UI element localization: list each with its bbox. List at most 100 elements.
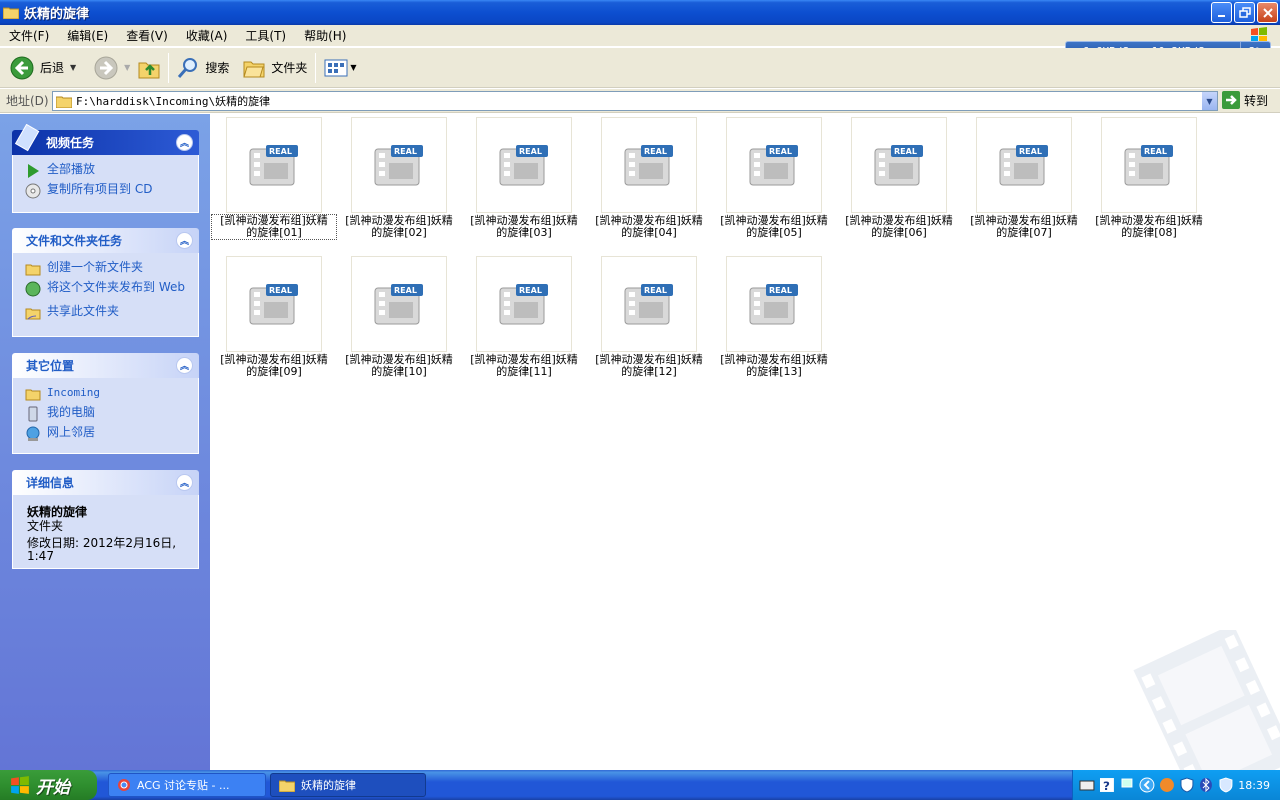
network-connection-icon[interactable]: [1119, 777, 1135, 793]
file-name: [凯神动漫发布组]妖精 的旋律[03]: [462, 215, 586, 239]
address-dropdown-icon[interactable]: ▼: [1201, 92, 1217, 110]
menu-tools[interactable]: 工具(T): [236, 27, 295, 44]
network-places-link[interactable]: 网上邻居: [25, 426, 198, 446]
help-icon[interactable]: ?: [1099, 777, 1115, 793]
back-button[interactable]: 后退 ▼: [6, 51, 80, 85]
clock: 18:39: [1238, 778, 1270, 792]
collapse-chevron-icon[interactable]: ︽: [176, 357, 193, 374]
real-badge: REAL: [394, 286, 417, 295]
collapse-chevron-icon[interactable]: ︽: [176, 232, 193, 249]
views-button[interactable]: ▼: [320, 51, 360, 85]
search-button[interactable]: 搜索: [173, 51, 233, 85]
forward-dropdown-icon[interactable]: ▼: [124, 63, 130, 72]
menu-edit[interactable]: 编辑(E): [58, 27, 117, 44]
incoming-link[interactable]: Incoming: [25, 386, 198, 406]
start-label: 开始: [36, 777, 70, 798]
start-button[interactable]: 开始: [0, 770, 97, 800]
incoming-label: Incoming: [47, 386, 100, 399]
file-item[interactable]: REAL [凯神动漫发布组]妖精 的旋律[11]: [462, 256, 586, 378]
restore-button[interactable]: [1234, 2, 1255, 23]
menu-view[interactable]: 查看(V): [117, 27, 177, 44]
file-name-line: 的旋律[05]: [746, 226, 802, 239]
file-item[interactable]: REAL [凯神动漫发布组]妖精 的旋律[08]: [1087, 117, 1211, 239]
real-badge: REAL: [394, 147, 417, 156]
file-list[interactable]: REAL [凯神动漫发布组]妖精 的旋律[01] REAL [凯神动漫发布组]妖精 的旋律…: [210, 114, 1280, 770]
play-icon: [28, 164, 39, 178]
file-name: [凯神动漫发布组]妖精 的旋律[10]: [337, 354, 461, 378]
file-item[interactable]: REAL [凯神动漫发布组]妖精 的旋律[04]: [587, 117, 711, 239]
file-name-line: 的旋律[06]: [871, 226, 927, 239]
file-item[interactable]: REAL [凯神动漫发布组]妖精 的旋律[12]: [587, 256, 711, 378]
up-folder-button[interactable]: [134, 51, 164, 85]
menu-file[interactable]: 文件(F): [0, 27, 58, 44]
details-header[interactable]: 详细信息 ︽: [12, 470, 199, 495]
file-tasks-panel: 文件和文件夹任务 ︽ 创建一个新文件夹 将这个文件夹发布到 Web 共享此文件夹: [12, 228, 199, 337]
file-item[interactable]: REAL [凯神动漫发布组]妖精 的旋律[07]: [962, 117, 1086, 239]
realmedia-file-icon: REAL: [499, 145, 548, 186]
file-item[interactable]: REAL [凯神动漫发布组]妖精 的旋律[09]: [212, 256, 336, 378]
menu-favorites[interactable]: 收藏(A): [177, 27, 237, 44]
folders-button[interactable]: 文件夹: [239, 51, 311, 85]
my-computer-link[interactable]: 我的电脑: [25, 406, 198, 426]
toolbar: 后退 ▼ ▼ 搜索 文件夹 ▼: [0, 48, 1280, 88]
file-item[interactable]: REAL [凯神动漫发布组]妖精 的旋律[10]: [337, 256, 461, 378]
tray-expand-icon[interactable]: [1139, 777, 1155, 793]
file-name-line: 的旋律[01]: [246, 226, 302, 239]
realmedia-file-icon: REAL: [874, 145, 923, 186]
file-name: [凯神动漫发布组]妖精 的旋律[04]: [587, 215, 711, 239]
title-bar[interactable]: 妖精的旋律: [0, 0, 1280, 25]
views-dropdown-icon[interactable]: ▼: [350, 63, 356, 72]
toolbar-separator: [168, 52, 170, 83]
file-item[interactable]: REAL [凯神动漫发布组]妖精 的旋律[02]: [337, 117, 461, 239]
realmedia-file-icon: REAL: [1124, 145, 1173, 186]
svg-text:?: ?: [1103, 779, 1110, 793]
file-thumbnail: REAL: [476, 256, 572, 352]
real-badge: REAL: [894, 147, 917, 156]
details-panel: 详细信息 ︽ 妖精的旋律 文件夹 修改日期: 2012年2月16日, 1:47: [12, 470, 199, 569]
file-item[interactable]: REAL [凯神动漫发布组]妖精 的旋律[03]: [462, 117, 586, 239]
minimize-button[interactable]: [1211, 2, 1232, 23]
taskbar-item-explorer[interactable]: 妖精的旋律: [270, 773, 426, 797]
film-watermark-icon: [1133, 630, 1280, 770]
security-center-icon[interactable]: [1218, 777, 1234, 793]
share-folder-icon: [25, 308, 41, 320]
taskbar-item-browser[interactable]: ACG 讨论专贴 - ...: [108, 773, 266, 797]
app-tray-icon[interactable]: [1159, 777, 1175, 793]
file-item[interactable]: REAL [凯神动漫发布组]妖精 的旋律[01]: [211, 117, 337, 240]
folders-label: 文件夹: [271, 61, 308, 75]
collapse-chevron-icon[interactable]: ︽: [176, 474, 193, 491]
file-name-line: 的旋律[07]: [996, 226, 1052, 239]
file-item[interactable]: REAL [凯神动漫发布组]妖精 的旋律[13]: [712, 256, 836, 378]
realmedia-file-icon: REAL: [499, 284, 548, 325]
play-all-link[interactable]: 全部播放: [25, 163, 198, 183]
menu-help[interactable]: 帮助(H): [295, 27, 355, 44]
new-folder-link[interactable]: 创建一个新文件夹: [25, 261, 198, 281]
video-tasks-header[interactable]: 视频任务 ︽: [12, 124, 199, 155]
publish-web-label: 将这个文件夹发布到 Web: [47, 280, 185, 294]
file-item[interactable]: REAL [凯神动漫发布组]妖精 的旋律[05]: [712, 117, 836, 239]
go-button[interactable]: 转到: [1222, 91, 1268, 109]
forward-button[interactable]: ▼: [90, 51, 134, 85]
file-tasks-header[interactable]: 文件和文件夹任务 ︽: [12, 228, 199, 253]
shield-icon[interactable]: [1179, 777, 1195, 793]
file-thumbnail: REAL: [851, 117, 947, 213]
share-folder-link[interactable]: 共享此文件夹: [25, 305, 198, 325]
cd-copy-icon: [25, 183, 41, 199]
go-label: 转到: [1244, 93, 1269, 108]
file-name-line: 的旋律[04]: [621, 226, 677, 239]
other-places-header[interactable]: 其它位置 ︽: [12, 353, 199, 378]
keyboard-icon[interactable]: [1079, 777, 1095, 793]
bluetooth-icon[interactable]: [1198, 777, 1214, 793]
publish-web-link[interactable]: 将这个文件夹发布到 Web: [25, 281, 198, 301]
copy-to-cd-link[interactable]: 复制所有项目到 CD: [25, 183, 198, 203]
collapse-chevron-icon[interactable]: ︽: [176, 134, 193, 151]
back-dropdown-icon[interactable]: ▼: [70, 63, 76, 72]
file-item[interactable]: REAL [凯神动漫发布组]妖精 的旋律[06]: [837, 117, 961, 239]
network-places-label: 网上邻居: [47, 425, 96, 439]
restore-icon: [1238, 6, 1251, 18]
close-button[interactable]: [1257, 2, 1278, 23]
toolbar-separator: [315, 52, 317, 83]
folder-icon: [279, 780, 295, 792]
address-input[interactable]: F:\harddisk\Incoming\妖精的旋律 ▼: [52, 91, 1218, 111]
chrome-icon: [118, 779, 130, 791]
